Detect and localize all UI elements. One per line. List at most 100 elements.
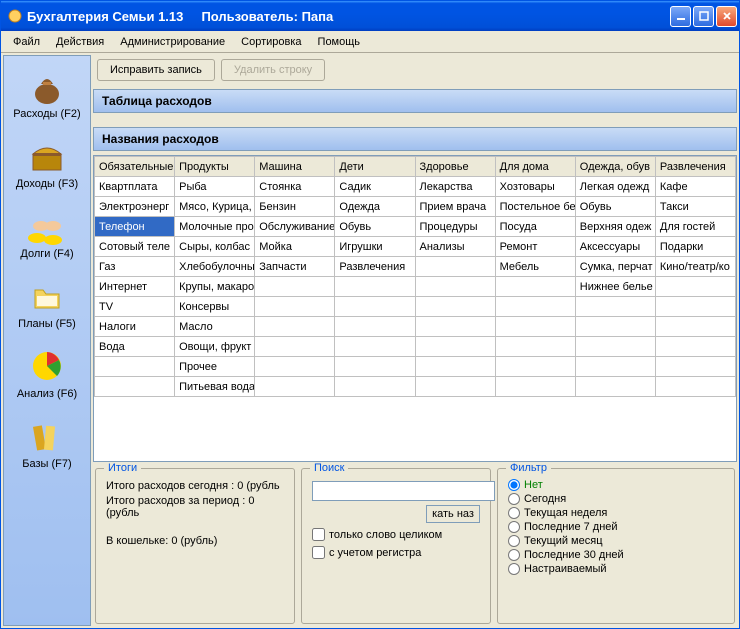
table-cell[interactable] bbox=[415, 317, 495, 337]
table-cell[interactable]: Сумка, перчат bbox=[575, 257, 655, 277]
table-cell[interactable]: Такси bbox=[655, 197, 735, 217]
menu-admin[interactable]: Администрирование bbox=[112, 34, 233, 50]
minimize-button[interactable] bbox=[670, 6, 691, 27]
table-cell[interactable]: Хлебобулочны bbox=[175, 257, 255, 277]
table-cell[interactable] bbox=[575, 357, 655, 377]
table-cell[interactable]: Садик bbox=[335, 177, 415, 197]
table-cell[interactable] bbox=[415, 257, 495, 277]
table-cell[interactable] bbox=[655, 317, 735, 337]
table-cell[interactable]: Одежда bbox=[335, 197, 415, 217]
table-cell[interactable] bbox=[655, 297, 735, 317]
table-cell[interactable]: Налоги bbox=[95, 317, 175, 337]
table-cell[interactable]: Легкая одежд bbox=[575, 177, 655, 197]
column-header[interactable]: Обязательные bbox=[95, 157, 175, 177]
table-cell[interactable]: Кафе bbox=[655, 177, 735, 197]
table-cell[interactable] bbox=[575, 377, 655, 397]
column-header[interactable]: Дети bbox=[335, 157, 415, 177]
table-cell[interactable]: Лекарства bbox=[415, 177, 495, 197]
table-cell[interactable] bbox=[255, 377, 335, 397]
maximize-button[interactable] bbox=[693, 6, 714, 27]
table-cell[interactable] bbox=[655, 277, 735, 297]
table-cell[interactable]: Газ bbox=[95, 257, 175, 277]
table-cell[interactable]: Запчасти bbox=[255, 257, 335, 277]
table-cell[interactable] bbox=[335, 337, 415, 357]
table-cell[interactable]: Анализы bbox=[415, 237, 495, 257]
table-cell[interactable]: Подарки bbox=[655, 237, 735, 257]
table-cell[interactable] bbox=[415, 297, 495, 317]
table-cell[interactable]: Сыры, колбас bbox=[175, 237, 255, 257]
table-cell[interactable]: Прочее bbox=[175, 357, 255, 377]
filter-radio-0[interactable] bbox=[508, 479, 520, 491]
table-cell[interactable]: Мойка bbox=[255, 237, 335, 257]
table-cell[interactable]: Интернет bbox=[95, 277, 175, 297]
table-cell[interactable] bbox=[655, 357, 735, 377]
table-cell[interactable]: Питьевая вода bbox=[175, 377, 255, 397]
table-cell[interactable]: Прием врача bbox=[415, 197, 495, 217]
close-button[interactable] bbox=[716, 6, 737, 27]
table-cell[interactable] bbox=[415, 337, 495, 357]
table-cell[interactable]: Мебель bbox=[495, 257, 575, 277]
table-cell[interactable]: Масло bbox=[175, 317, 255, 337]
table-cell[interactable]: Обувь bbox=[575, 197, 655, 217]
column-header[interactable]: Машина bbox=[255, 157, 335, 177]
table-cell[interactable] bbox=[575, 337, 655, 357]
table-cell[interactable]: Для гостей bbox=[655, 217, 735, 237]
table-cell[interactable] bbox=[255, 357, 335, 377]
column-header[interactable]: Для дома bbox=[495, 157, 575, 177]
table-cell[interactable] bbox=[335, 317, 415, 337]
case-sensitive-checkbox[interactable] bbox=[312, 546, 325, 559]
table-cell[interactable] bbox=[495, 377, 575, 397]
table-cell[interactable] bbox=[335, 297, 415, 317]
table-cell[interactable]: Рыба bbox=[175, 177, 255, 197]
table-cell[interactable] bbox=[335, 377, 415, 397]
table-cell[interactable] bbox=[415, 277, 495, 297]
table-cell[interactable]: Электроэнерг bbox=[95, 197, 175, 217]
filter-radio-6[interactable] bbox=[508, 563, 520, 575]
table-cell[interactable] bbox=[495, 297, 575, 317]
table-cell[interactable] bbox=[575, 297, 655, 317]
filter-radio-1[interactable] bbox=[508, 493, 520, 505]
table-cell[interactable]: Овощи, фрукт bbox=[175, 337, 255, 357]
sidebar-item-0[interactable]: Расходы (F2) bbox=[7, 62, 87, 124]
table-cell[interactable]: Постельное бе bbox=[495, 197, 575, 217]
sidebar-item-2[interactable]: Долги (F4) bbox=[7, 202, 87, 264]
table-cell[interactable] bbox=[335, 357, 415, 377]
table-cell[interactable] bbox=[495, 357, 575, 377]
table-cell[interactable] bbox=[655, 337, 735, 357]
table-cell[interactable]: Молочные про bbox=[175, 217, 255, 237]
table-cell[interactable]: Ремонт bbox=[495, 237, 575, 257]
table-cell[interactable]: Телефон bbox=[95, 217, 175, 237]
filter-radio-2[interactable] bbox=[508, 507, 520, 519]
menu-sort[interactable]: Сортировка bbox=[233, 34, 309, 50]
sidebar-item-4[interactable]: Анализ (F6) bbox=[7, 342, 87, 404]
table-cell[interactable] bbox=[255, 317, 335, 337]
table-cell[interactable] bbox=[655, 377, 735, 397]
filter-radio-5[interactable] bbox=[508, 549, 520, 561]
table-cell[interactable]: Процедуры bbox=[415, 217, 495, 237]
table-cell[interactable]: Вода bbox=[95, 337, 175, 357]
table-cell[interactable]: Игрушки bbox=[335, 237, 415, 257]
table-cell[interactable]: Обувь bbox=[335, 217, 415, 237]
table-cell[interactable]: Квартплата bbox=[95, 177, 175, 197]
table-cell[interactable]: Обслуживание bbox=[255, 217, 335, 237]
column-header[interactable]: Одежда, обув bbox=[575, 157, 655, 177]
sidebar-item-3[interactable]: Планы (F5) bbox=[7, 272, 87, 334]
column-header[interactable]: Здоровье bbox=[415, 157, 495, 177]
table-cell[interactable] bbox=[495, 277, 575, 297]
column-header[interactable]: Продукты bbox=[175, 157, 255, 177]
expense-table[interactable]: ОбязательныеПродуктыМашинаДетиЗдоровьеДл… bbox=[93, 155, 737, 462]
table-cell[interactable]: TV bbox=[95, 297, 175, 317]
table-cell[interactable] bbox=[255, 277, 335, 297]
menu-actions[interactable]: Действия bbox=[48, 34, 112, 50]
sidebar-item-1[interactable]: Доходы (F3) bbox=[7, 132, 87, 194]
table-cell[interactable]: Кино/театр/ко bbox=[655, 257, 735, 277]
table-cell[interactable]: Сотовый теле bbox=[95, 237, 175, 257]
table-cell[interactable]: Хозтовары bbox=[495, 177, 575, 197]
table-cell[interactable] bbox=[575, 317, 655, 337]
table-cell[interactable]: Консервы bbox=[175, 297, 255, 317]
filter-radio-3[interactable] bbox=[508, 521, 520, 533]
table-cell[interactable]: Посуда bbox=[495, 217, 575, 237]
menu-help[interactable]: Помощь bbox=[310, 34, 369, 50]
table-cell[interactable] bbox=[335, 277, 415, 297]
table-cell[interactable] bbox=[495, 317, 575, 337]
